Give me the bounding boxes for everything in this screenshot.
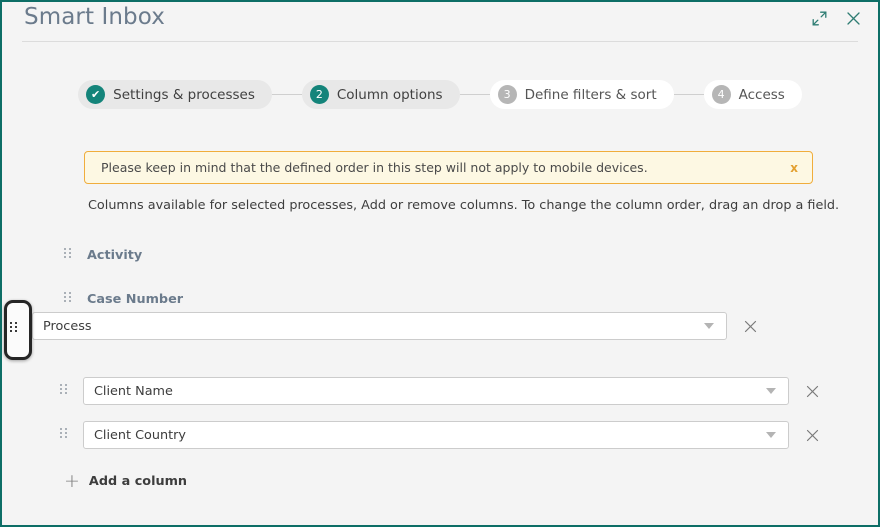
step-connector-3 bbox=[673, 94, 704, 95]
step-label-1: Settings & processes bbox=[113, 86, 255, 103]
expand-icon[interactable] bbox=[808, 7, 830, 29]
drag-handle-icon[interactable] bbox=[60, 428, 67, 442]
close-icon[interactable] bbox=[842, 7, 864, 29]
warning-banner: Please keep in mind that the defined ord… bbox=[84, 151, 813, 184]
column-select-process[interactable]: Process bbox=[32, 312, 727, 340]
step-badge-3: 3 bbox=[497, 85, 517, 104]
step-badge-1: ✔ bbox=[86, 85, 106, 104]
column-row-client-country[interactable]: Client Country bbox=[60, 421, 821, 449]
section-description: Columns available for selected processes… bbox=[88, 198, 840, 213]
drag-handle-icon[interactable] bbox=[10, 322, 17, 338]
column-label-case-number: Case Number bbox=[87, 291, 184, 307]
column-row-client-name[interactable]: Client Name bbox=[60, 377, 821, 405]
step-define-filters-and-sort[interactable]: 3 Define filters & sort bbox=[489, 80, 674, 109]
remove-column-client-country-button[interactable] bbox=[803, 426, 821, 444]
add-column-label: Add a column bbox=[88, 474, 188, 489]
chevron-down-icon[interactable] bbox=[766, 388, 776, 394]
chevron-down-icon[interactable] bbox=[704, 323, 714, 329]
warning-close-icon[interactable]: x bbox=[790, 161, 798, 175]
column-row-case-number[interactable]: Case Number bbox=[64, 289, 183, 309]
warning-banner-text: Please keep in mind that the defined ord… bbox=[101, 160, 648, 175]
remove-column-process-button[interactable] bbox=[741, 317, 759, 335]
chevron-down-icon[interactable] bbox=[766, 432, 776, 438]
column-row-activity[interactable]: Activity bbox=[64, 245, 142, 265]
step-badge-4: 4 bbox=[711, 85, 731, 104]
header-divider bbox=[22, 41, 858, 42]
column-select-value-process: Process bbox=[43, 318, 92, 334]
header-actions bbox=[808, 7, 864, 29]
drag-handle-icon[interactable] bbox=[60, 384, 67, 398]
step-access[interactable]: 4 Access bbox=[703, 80, 802, 109]
column-select-value-client-name: Client Name bbox=[94, 383, 173, 399]
column-select-value-client-country: Client Country bbox=[94, 427, 186, 443]
step-connector-2 bbox=[459, 94, 490, 95]
drag-handle-icon[interactable] bbox=[64, 292, 71, 306]
smart-inbox-dialog: Smart Inbox ✔ Settings & processes 2 Col… bbox=[0, 0, 880, 527]
step-badge-2: 2 bbox=[309, 85, 329, 104]
step-label-2: Column options bbox=[336, 86, 443, 103]
remove-column-client-name-button[interactable] bbox=[803, 382, 821, 400]
dialog-header: Smart Inbox bbox=[2, 2, 878, 42]
page-title: Smart Inbox bbox=[24, 4, 165, 30]
drag-handle-focus-highlight[interactable] bbox=[4, 300, 32, 360]
plus-icon: + bbox=[64, 470, 80, 492]
add-column-button[interactable]: + Add a column bbox=[64, 472, 187, 491]
drag-handle-icon[interactable] bbox=[64, 248, 71, 262]
step-label-4: Access bbox=[738, 86, 785, 103]
column-select-client-country[interactable]: Client Country bbox=[83, 421, 789, 449]
step-connector-1 bbox=[271, 94, 302, 95]
column-label-activity: Activity bbox=[87, 247, 143, 263]
column-row-process[interactable]: Process bbox=[32, 312, 759, 340]
step-column-options[interactable]: 2 Column options bbox=[301, 80, 460, 109]
step-label-3: Define filters & sort bbox=[524, 86, 657, 103]
wizard-stepper: ✔ Settings & processes 2 Column options … bbox=[2, 80, 878, 109]
step-settings-and-processes[interactable]: ✔ Settings & processes bbox=[78, 80, 272, 109]
column-select-client-name[interactable]: Client Name bbox=[83, 377, 789, 405]
